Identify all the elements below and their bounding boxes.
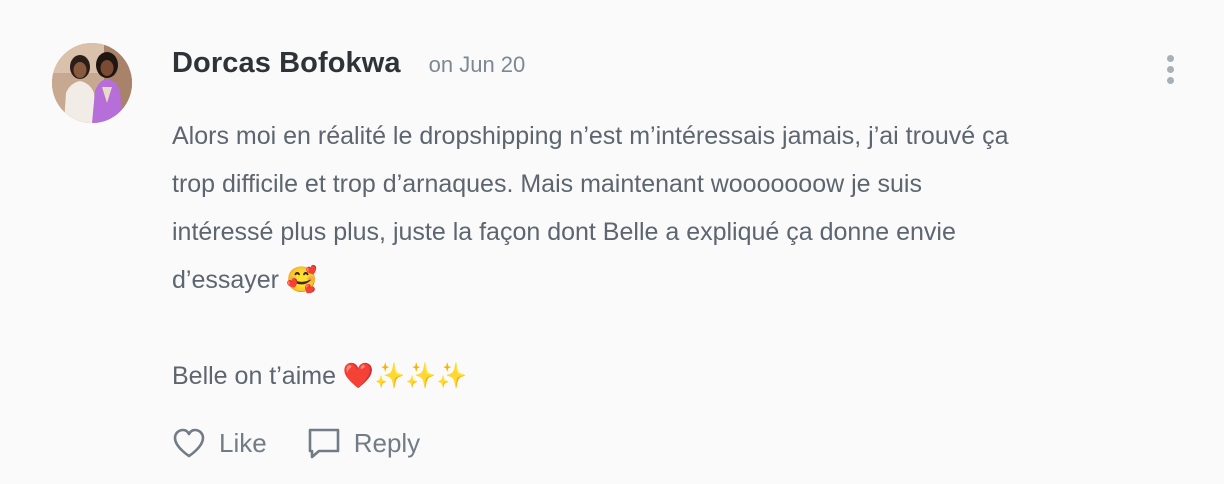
comment-paragraph: Belle on t’aime ❤️✨✨✨: [172, 362, 468, 390]
comment-paragraph: Alors moi en réalité le dropshipping n’e…: [172, 122, 1009, 294]
comment-header: Dorcas Bofokwa on Jun 20: [172, 47, 525, 87]
reply-button[interactable]: Reply: [307, 426, 420, 460]
avatar-photo: [52, 43, 132, 123]
like-label: Like: [219, 427, 267, 458]
more-options-button[interactable]: [1156, 52, 1184, 86]
author-name[interactable]: Dorcas Bofokwa: [172, 47, 401, 80]
like-button[interactable]: Like: [172, 427, 267, 459]
heart-outline-icon: [172, 427, 206, 459]
speech-bubble-icon: [307, 426, 341, 460]
comment-card: Dorcas Bofokwa on Jun 20 Alors moi en ré…: [0, 0, 1224, 484]
comment-body: Alors moi en réalité le dropshipping n’e…: [172, 112, 1172, 400]
avatar[interactable]: [52, 43, 132, 123]
reply-label: Reply: [353, 427, 421, 458]
comment-actions: Like Reply: [172, 420, 420, 466]
comment-date[interactable]: on Jun 20: [429, 52, 526, 78]
